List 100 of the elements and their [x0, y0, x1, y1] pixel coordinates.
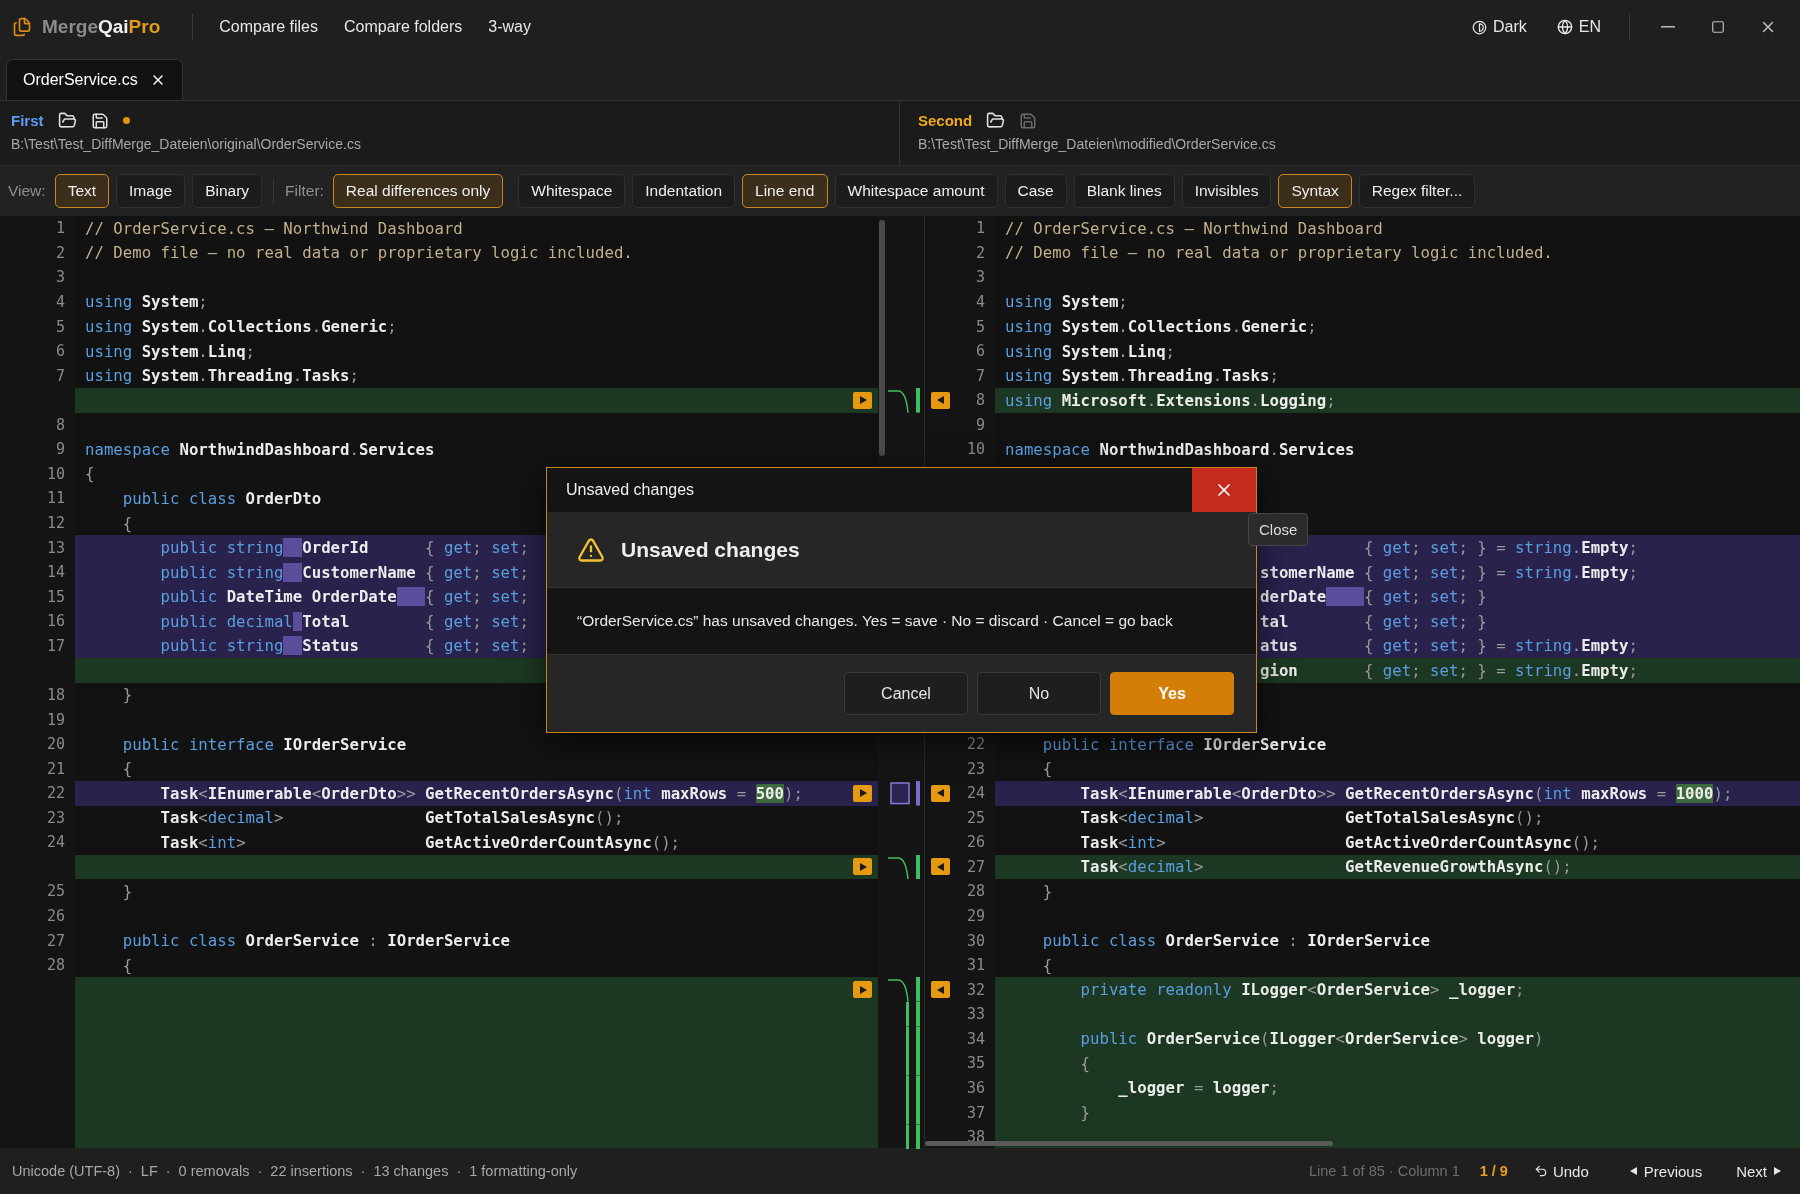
- dialog-close-button[interactable]: [1192, 468, 1256, 512]
- line-number: 10: [966, 440, 985, 459]
- code-line: namespace NorthwindDashboard.Services: [1005, 439, 1355, 459]
- line-number: 8: [55, 415, 65, 434]
- code-line: // OrderService.cs — Northwind Dashboard: [85, 218, 463, 238]
- status-text: LF: [140, 1163, 158, 1179]
- line-number: 35: [966, 1054, 985, 1073]
- copy-to-left-button[interactable]: [931, 784, 950, 802]
- line-number: 9: [975, 415, 985, 434]
- copy-to-left-button[interactable]: [931, 981, 950, 999]
- scrollbar-thumb[interactable]: [925, 1141, 1333, 1146]
- line-number: 4: [975, 292, 985, 311]
- language-button[interactable]: EN: [1546, 12, 1611, 42]
- copy-to-left-button[interactable]: [931, 858, 950, 876]
- line-number: 5: [975, 317, 985, 336]
- triangle-left-icon: [935, 788, 946, 799]
- filter-toggle[interactable]: Whitespace amount: [834, 174, 998, 208]
- line-number: 22: [966, 735, 985, 754]
- nav-link[interactable]: 3-way: [480, 12, 539, 42]
- line-number: 27: [966, 857, 985, 876]
- dialog-message: “OrderService.cs” has unsaved changes. Yes = save · No = discard · Cancel = go back: [577, 612, 1173, 630]
- dialog-button[interactable]: No: [977, 672, 1101, 715]
- view-mode-button[interactable]: Binary: [192, 174, 263, 208]
- line-number: 33: [966, 1005, 985, 1024]
- separator-dot: ·: [456, 1163, 462, 1179]
- warning-icon: [577, 535, 605, 564]
- filter-toggle[interactable]: Regex filter...: [1358, 174, 1476, 208]
- line-number: 1: [975, 219, 985, 238]
- code-line: public class OrderDto: [122, 488, 322, 508]
- filter-toggle[interactable]: Real differences only: [332, 174, 504, 208]
- triangle-left-icon: [935, 984, 946, 995]
- copy-to-left-button[interactable]: [931, 391, 950, 409]
- line-number: 32: [966, 980, 985, 999]
- nav-link[interactable]: Compare folders: [336, 12, 471, 42]
- view-mode-button[interactable]: Image: [116, 174, 186, 208]
- close-tooltip: Close: [1248, 513, 1309, 546]
- line-number: 9: [55, 440, 65, 459]
- change-connector-drawing: [906, 1026, 920, 1052]
- code-line: {: [122, 759, 133, 779]
- code-line: derDate { get; set; }: [1260, 587, 1487, 607]
- code-line: public string OrderId { get; set;: [160, 538, 529, 558]
- code-line: }: [1080, 1103, 1090, 1123]
- copy-to-right-button[interactable]: [853, 391, 872, 409]
- line-number: 8: [975, 391, 985, 410]
- copy-to-right-button[interactable]: [853, 981, 872, 999]
- previous-button[interactable]: Previous: [1622, 1158, 1709, 1184]
- code-line: private readonly ILogger<OrderService> _logger;: [1080, 980, 1525, 1000]
- code-line: Task<decimal> GetRevenueGrowthAsync();: [1080, 857, 1572, 877]
- dialog-button[interactable]: Cancel: [844, 672, 968, 715]
- maximize-icon: [1711, 20, 1725, 34]
- scrollbar-thumb[interactable]: [879, 220, 885, 456]
- filter-toggle[interactable]: Blank lines: [1073, 174, 1175, 208]
- code-line: {: [122, 513, 133, 533]
- filter-toggle[interactable]: Syntax: [1278, 174, 1352, 208]
- next-button[interactable]: Next: [1730, 1158, 1788, 1184]
- code-line: public DateTime OrderDate { get; set;: [160, 587, 529, 607]
- line-number: 15: [46, 587, 65, 606]
- line-number: 3: [55, 268, 65, 287]
- code-line: public interface IOrderService: [122, 734, 407, 754]
- line-number: 6: [55, 342, 65, 361]
- line-number: 26: [966, 833, 985, 852]
- code-line: public class OrderService : IOrderService: [1042, 931, 1431, 951]
- folder-icon: [986, 111, 1006, 130]
- open-file-button[interactable]: [57, 111, 77, 130]
- change-connector-drawing: [906, 1051, 920, 1076]
- code-line: namespace NorthwindDashboard.Services: [85, 439, 435, 459]
- copy-to-right-button[interactable]: [853, 858, 872, 876]
- undo-button[interactable]: Undo: [1527, 1158, 1595, 1184]
- cursor-position: Line 1 of 85 · Column 1: [1309, 1163, 1460, 1179]
- undo-icon: [1533, 1164, 1548, 1178]
- code-line: {: [122, 955, 133, 975]
- filter-toggle[interactable]: Whitespace: [518, 174, 626, 208]
- line-number: 24: [966, 784, 985, 803]
- separator-dot: ·: [165, 1163, 171, 1179]
- line-number: 19: [46, 710, 65, 729]
- line-number: 14: [46, 563, 65, 582]
- open-file-button[interactable]: [986, 111, 1006, 130]
- contrast-icon: [1472, 19, 1487, 35]
- filter-toggle[interactable]: Case: [1004, 174, 1067, 208]
- code-line: public interface IOrderService: [1042, 734, 1327, 754]
- separator-dot: ·: [257, 1163, 263, 1179]
- save-button[interactable]: [90, 111, 109, 130]
- line-number: 6: [975, 342, 985, 361]
- filter-toggle[interactable]: Invisibles: [1181, 174, 1272, 208]
- file-tab[interactable]: OrderService.cs: [6, 59, 183, 100]
- line-number: 11: [46, 489, 65, 508]
- line-number: 27: [46, 931, 65, 950]
- filter-toggle[interactable]: Line end: [742, 174, 828, 208]
- theme-toggle[interactable]: Dark: [1462, 12, 1537, 42]
- filter-toggle[interactable]: Indentation: [632, 174, 735, 208]
- nav-link[interactable]: Compare files: [211, 12, 326, 42]
- code-line: public decimal Total { get; set;: [160, 611, 529, 631]
- view-mode-button[interactable]: Text: [54, 174, 110, 208]
- line-number: 34: [966, 1029, 985, 1048]
- copy-to-right-button[interactable]: [853, 784, 872, 802]
- line-number: 18: [46, 685, 65, 704]
- triangle-left-icon: [935, 395, 946, 406]
- triangle-right-icon: [857, 395, 868, 406]
- triangle-left-icon: [935, 861, 946, 872]
- app-logo-icon: [12, 17, 32, 37]
